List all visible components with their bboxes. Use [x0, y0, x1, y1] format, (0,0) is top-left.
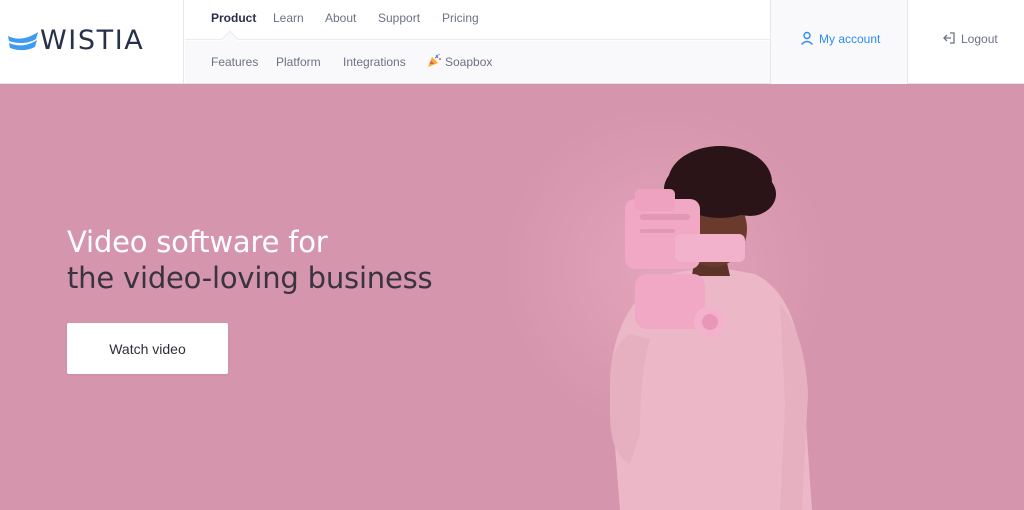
my-account-label: My account: [819, 32, 881, 46]
watch-video-button[interactable]: Watch video: [67, 323, 228, 374]
nav-item-pricing[interactable]: Pricing: [442, 11, 479, 25]
nav-item-learn[interactable]: Learn: [273, 11, 304, 25]
nav-item-support[interactable]: Support: [378, 11, 420, 25]
logout-icon: [943, 32, 955, 44]
user-icon: [800, 31, 814, 45]
subnav-item-platform[interactable]: Platform: [276, 55, 321, 69]
subnav-item-integrations[interactable]: Integrations: [343, 55, 406, 69]
logout-link[interactable]: Logout: [908, 0, 1024, 84]
logo-link[interactable]: WISTIA: [0, 0, 184, 84]
main-navigation: Product Learn About Support Pricing Feat…: [185, 0, 770, 84]
nav-item-product[interactable]: Product: [211, 11, 256, 25]
headline-line-1: Video software for: [67, 225, 328, 259]
subnav-item-features[interactable]: Features: [211, 55, 258, 69]
logout-label: Logout: [961, 32, 998, 46]
my-account-link[interactable]: My account: [770, 0, 908, 84]
subnav-item-soapbox[interactable]: Soapbox: [445, 55, 492, 69]
primary-nav: Product Learn About Support Pricing: [185, 0, 770, 40]
party-popper-icon: [428, 53, 441, 67]
wistia-logo-icon: [8, 32, 38, 51]
top-header: WISTIA Product Learn About Support Prici…: [0, 0, 1024, 84]
secondary-nav: Features Platform Integrations Soapbox: [185, 41, 770, 83]
brand-name: WISTIA: [40, 25, 145, 56]
hero-headline: Video software for the video-loving busi…: [67, 224, 433, 296]
hero-section: Video software for the video-loving busi…: [0, 84, 1024, 510]
nav-item-about[interactable]: About: [325, 11, 356, 25]
headline-line-2: the video-loving business: [67, 261, 433, 295]
hero-person-with-camera-image: [610, 146, 812, 510]
